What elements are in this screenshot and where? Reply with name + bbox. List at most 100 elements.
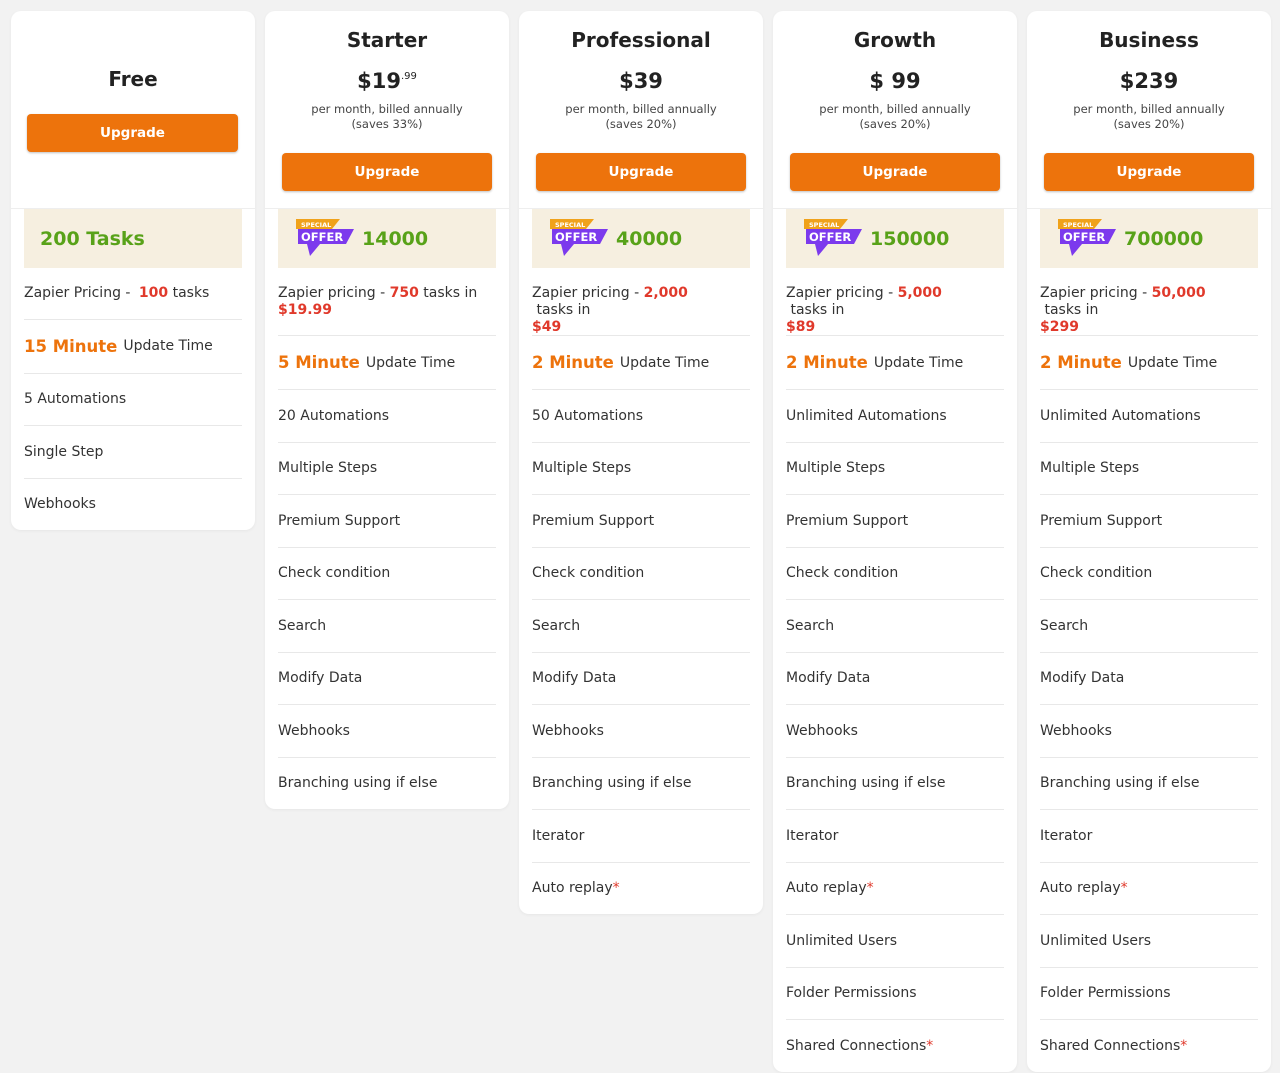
feature-label: Webhooks (1040, 722, 1112, 739)
feature-label: Search (1040, 617, 1089, 634)
tasks-count: 200 Tasks (40, 227, 145, 250)
feature-item: Shared Connections * (786, 1020, 1004, 1072)
feature-item: Branching using if else (1040, 758, 1258, 810)
pricing-prefix: Zapier pricing - (278, 285, 390, 301)
feature-item: 20 Automations (278, 390, 496, 443)
offer-badge-main-text: OFFER (1063, 230, 1105, 244)
feature-label: Webhooks (532, 722, 604, 739)
asterisk-mark: * (1120, 880, 1128, 897)
pricing-mid: tasks in (786, 302, 849, 318)
feature-item: Webhooks (278, 705, 496, 758)
pricing-mid: tasks in (532, 302, 595, 318)
price-cents: .99 (400, 71, 417, 82)
pricing-prefix: Zapier pricing - (1040, 285, 1152, 301)
plan-name: Free (108, 67, 158, 91)
asterisk-mark: * (926, 1037, 934, 1054)
feature-label: Iterator (1040, 827, 1093, 844)
feature-item: Multiple Steps (278, 443, 496, 495)
savings-note: (saves 33%) (351, 117, 423, 131)
special-offer-badge-icon: SPECIAL OFFER (804, 219, 862, 256)
feature-item: Multiple Steps (532, 443, 750, 495)
plan-card-starter: Starter $19.99 per month, billed annuall… (265, 11, 509, 809)
pricing-prefix: Zapier pricing - (532, 285, 644, 301)
feature-item: Webhooks (532, 705, 750, 758)
feature-label: Modify Data (278, 670, 363, 687)
feature-item: Premium Support (532, 495, 750, 548)
feature-label: Multiple Steps (1040, 460, 1140, 477)
offer-badge-main-text: OFFER (555, 230, 597, 244)
plan-price: $ 99 (773, 69, 1017, 93)
savings-note: (saves 20%) (605, 117, 677, 131)
price-amount: $39 (619, 69, 663, 93)
feature-item: Premium Support (278, 495, 496, 548)
feature-label: Search (278, 617, 327, 634)
feature-label: Premium Support (278, 512, 401, 529)
upgrade-button[interactable]: Upgrade (536, 153, 746, 191)
feature-item: Webhooks (24, 496, 96, 513)
update-time-value: 5 Minute (278, 353, 360, 372)
feature-item: Modify Data (278, 653, 496, 705)
feature-item: Modify Data (1040, 653, 1258, 705)
feature-label: Branching using if else (786, 775, 946, 792)
tasks-box: SPECIAL OFFER 150000 (786, 209, 1004, 268)
feature-label: Multiple Steps (786, 460, 886, 477)
feature-item: Iterator (786, 810, 1004, 863)
special-offer-badge-icon: SPECIAL OFFER (1058, 219, 1116, 256)
feature-label: Modify Data (1040, 670, 1125, 687)
tasks-box: 200 Tasks (24, 209, 242, 268)
feature-item: Branching using if else (786, 758, 1004, 810)
plan-header: Professional $39 per month, billed annua… (519, 11, 763, 209)
offer-badge-top-text: SPECIAL (555, 221, 585, 229)
feature-item: Check condition (278, 548, 496, 600)
upgrade-button[interactable]: Upgrade (1044, 153, 1254, 191)
tasks-count: 14000 (362, 227, 429, 250)
pricing-prefix: Zapier Pricing - (24, 284, 135, 301)
billing-note: per month, billed annually (saves 20%) (773, 102, 1017, 132)
feature-list: Zapier Pricing - 100 tasks 15 Minute Upd… (24, 268, 242, 530)
feature-item: Webhooks (786, 705, 1004, 758)
feature-item: 50 Automations (532, 390, 750, 443)
feature-item: Single Step (24, 426, 242, 479)
asterisk-mark: * (1180, 1037, 1188, 1054)
feature-label: Premium Support (532, 512, 655, 529)
update-time-row: 2 Minute Update Time (1040, 336, 1258, 390)
feature-label: Auto replay (532, 880, 613, 897)
feature-item: Iterator (532, 810, 750, 863)
feature-item: Search (278, 600, 496, 653)
plan-header: Starter $19.99 per month, billed annuall… (265, 11, 509, 209)
feature-list: Zapier pricing - 750 tasks in $19.99 5 M… (278, 268, 496, 809)
pricing-mid: tasks in (1040, 302, 1103, 318)
pricing-mid: tasks in (418, 285, 482, 301)
feature-label: Unlimited Users (1040, 932, 1152, 949)
asterisk-mark: * (612, 880, 620, 897)
feature-label: Folder Permissions (1040, 985, 1171, 1002)
plan-card-free: Free Upgrade 200 Tasks Zapier Pricing - … (11, 11, 255, 530)
billing-period: per month, billed annually (1073, 102, 1225, 116)
pricing-count: 100 (138, 284, 169, 301)
feature-label: Premium Support (1040, 512, 1163, 529)
feature-label: Unlimited Automations (1040, 407, 1201, 424)
upgrade-button[interactable]: Upgrade (27, 114, 238, 152)
upgrade-button[interactable]: Upgrade (282, 153, 492, 191)
feature-label: Branching using if else (278, 775, 438, 792)
price-amount: $239 (1119, 69, 1179, 93)
pricing-count: 5,000 (897, 285, 942, 301)
pricing-price: $89 (786, 319, 816, 335)
update-time-row: 5 Minute Update Time (278, 336, 496, 390)
plan-name: Starter (346, 28, 428, 52)
special-offer-badge-icon: SPECIAL OFFER (296, 219, 354, 256)
plan-price: $39 (519, 69, 763, 93)
savings-note: (saves 20%) (859, 117, 931, 131)
feature-label: Unlimited Users (786, 932, 898, 949)
upgrade-button[interactable]: Upgrade (790, 153, 1000, 191)
update-time-row: 2 Minute Update Time (532, 336, 750, 390)
feature-item: Premium Support (786, 495, 1004, 548)
billing-period: per month, billed annually (311, 102, 463, 116)
feature-item: Check condition (786, 548, 1004, 600)
feature-label: Iterator (786, 827, 839, 844)
feature-item: Unlimited Users (786, 915, 1004, 968)
update-time-value: 15 Minute (24, 336, 118, 356)
feature-item: Search (786, 600, 1004, 653)
feature-label: Iterator (532, 827, 585, 844)
zapier-pricing-row: Zapier pricing - 750 tasks in $19.99 (278, 268, 496, 336)
